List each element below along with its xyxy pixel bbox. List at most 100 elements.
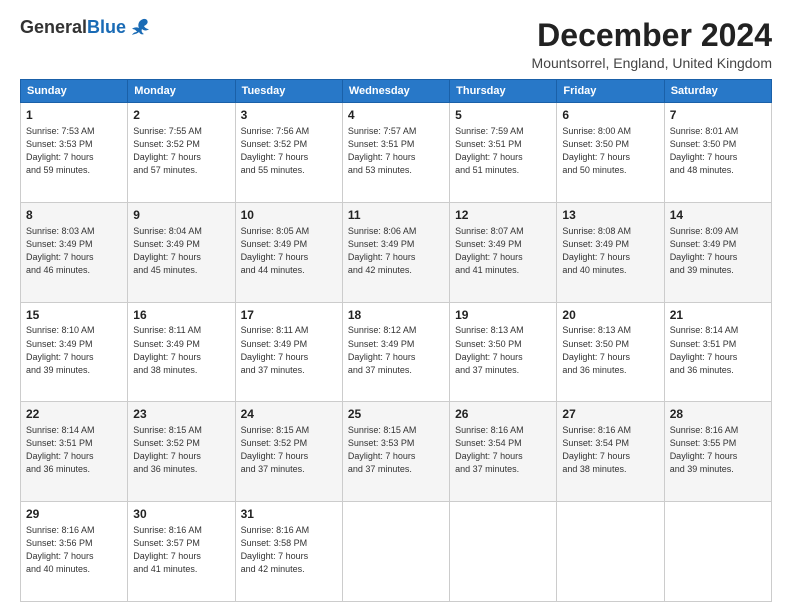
logo-general: General [20, 17, 87, 37]
calendar-cell: 21Sunrise: 8:14 AMSunset: 3:51 PMDayligh… [664, 302, 771, 402]
day-info: Sunrise: 8:05 AMSunset: 3:49 PMDaylight:… [241, 225, 337, 277]
calendar-cell: 6Sunrise: 8:00 AMSunset: 3:50 PMDaylight… [557, 103, 664, 203]
day-number: 3 [241, 107, 337, 124]
day-info: Sunrise: 8:16 AMSunset: 3:54 PMDaylight:… [562, 424, 658, 476]
day-number: 7 [670, 107, 766, 124]
day-info: Sunrise: 8:16 AMSunset: 3:58 PMDaylight:… [241, 524, 337, 576]
day-number: 10 [241, 207, 337, 224]
day-number: 29 [26, 506, 122, 523]
day-info: Sunrise: 8:03 AMSunset: 3:49 PMDaylight:… [26, 225, 122, 277]
day-number: 4 [348, 107, 444, 124]
day-number: 23 [133, 406, 229, 423]
day-number: 30 [133, 506, 229, 523]
calendar-cell: 28Sunrise: 8:16 AMSunset: 3:55 PMDayligh… [664, 402, 771, 502]
day-header-tuesday: Tuesday [235, 80, 342, 103]
calendar-cell: 31Sunrise: 8:16 AMSunset: 3:58 PMDayligh… [235, 502, 342, 602]
day-info: Sunrise: 8:16 AMSunset: 3:54 PMDaylight:… [455, 424, 551, 476]
calendar-cell: 25Sunrise: 8:15 AMSunset: 3:53 PMDayligh… [342, 402, 449, 502]
calendar-cell: 19Sunrise: 8:13 AMSunset: 3:50 PMDayligh… [450, 302, 557, 402]
day-info: Sunrise: 8:16 AMSunset: 3:56 PMDaylight:… [26, 524, 122, 576]
calendar-cell [450, 502, 557, 602]
day-info: Sunrise: 8:11 AMSunset: 3:49 PMDaylight:… [133, 324, 229, 376]
day-number: 21 [670, 307, 766, 324]
calendar-cell: 1Sunrise: 7:53 AMSunset: 3:53 PMDaylight… [21, 103, 128, 203]
day-number: 8 [26, 207, 122, 224]
calendar-cell: 29Sunrise: 8:16 AMSunset: 3:56 PMDayligh… [21, 502, 128, 602]
day-info: Sunrise: 8:16 AMSunset: 3:57 PMDaylight:… [133, 524, 229, 576]
bird-icon [129, 18, 151, 38]
day-info: Sunrise: 8:16 AMSunset: 3:55 PMDaylight:… [670, 424, 766, 476]
day-info: Sunrise: 8:15 AMSunset: 3:52 PMDaylight:… [241, 424, 337, 476]
day-info: Sunrise: 8:01 AMSunset: 3:50 PMDaylight:… [670, 125, 766, 177]
day-info: Sunrise: 7:57 AMSunset: 3:51 PMDaylight:… [348, 125, 444, 177]
calendar-cell: 5Sunrise: 7:59 AMSunset: 3:51 PMDaylight… [450, 103, 557, 203]
week-row-1: 1Sunrise: 7:53 AMSunset: 3:53 PMDaylight… [21, 103, 772, 203]
day-info: Sunrise: 8:12 AMSunset: 3:49 PMDaylight:… [348, 324, 444, 376]
day-number: 24 [241, 406, 337, 423]
calendar-cell: 4Sunrise: 7:57 AMSunset: 3:51 PMDaylight… [342, 103, 449, 203]
calendar-cell: 18Sunrise: 8:12 AMSunset: 3:49 PMDayligh… [342, 302, 449, 402]
day-number: 16 [133, 307, 229, 324]
day-info: Sunrise: 7:59 AMSunset: 3:51 PMDaylight:… [455, 125, 551, 177]
calendar-cell: 26Sunrise: 8:16 AMSunset: 3:54 PMDayligh… [450, 402, 557, 502]
day-info: Sunrise: 8:13 AMSunset: 3:50 PMDaylight:… [562, 324, 658, 376]
day-info: Sunrise: 8:13 AMSunset: 3:50 PMDaylight:… [455, 324, 551, 376]
week-row-3: 15Sunrise: 8:10 AMSunset: 3:49 PMDayligh… [21, 302, 772, 402]
calendar-cell: 27Sunrise: 8:16 AMSunset: 3:54 PMDayligh… [557, 402, 664, 502]
day-info: Sunrise: 7:56 AMSunset: 3:52 PMDaylight:… [241, 125, 337, 177]
calendar-cell: 10Sunrise: 8:05 AMSunset: 3:49 PMDayligh… [235, 202, 342, 302]
day-info: Sunrise: 7:55 AMSunset: 3:52 PMDaylight:… [133, 125, 229, 177]
day-header-friday: Friday [557, 80, 664, 103]
day-number: 22 [26, 406, 122, 423]
day-info: Sunrise: 8:10 AMSunset: 3:49 PMDaylight:… [26, 324, 122, 376]
calendar-cell [557, 502, 664, 602]
day-number: 6 [562, 107, 658, 124]
week-row-5: 29Sunrise: 8:16 AMSunset: 3:56 PMDayligh… [21, 502, 772, 602]
day-header-saturday: Saturday [664, 80, 771, 103]
day-info: Sunrise: 8:00 AMSunset: 3:50 PMDaylight:… [562, 125, 658, 177]
calendar-cell: 2Sunrise: 7:55 AMSunset: 3:52 PMDaylight… [128, 103, 235, 203]
day-header-sunday: Sunday [21, 80, 128, 103]
day-header-monday: Monday [128, 80, 235, 103]
calendar-cell: 14Sunrise: 8:09 AMSunset: 3:49 PMDayligh… [664, 202, 771, 302]
day-info: Sunrise: 7:53 AMSunset: 3:53 PMDaylight:… [26, 125, 122, 177]
calendar-cell: 16Sunrise: 8:11 AMSunset: 3:49 PMDayligh… [128, 302, 235, 402]
day-number: 17 [241, 307, 337, 324]
day-number: 12 [455, 207, 551, 224]
day-header-wednesday: Wednesday [342, 80, 449, 103]
day-number: 11 [348, 207, 444, 224]
calendar-cell [342, 502, 449, 602]
day-header-thursday: Thursday [450, 80, 557, 103]
day-number: 15 [26, 307, 122, 324]
main-title: December 2024 [532, 18, 772, 53]
title-block: December 2024 Mountsorrel, England, Unit… [532, 18, 772, 71]
day-number: 5 [455, 107, 551, 124]
day-number: 31 [241, 506, 337, 523]
day-info: Sunrise: 8:04 AMSunset: 3:49 PMDaylight:… [133, 225, 229, 277]
day-info: Sunrise: 8:09 AMSunset: 3:49 PMDaylight:… [670, 225, 766, 277]
day-number: 2 [133, 107, 229, 124]
header-row: SundayMondayTuesdayWednesdayThursdayFrid… [21, 80, 772, 103]
calendar-cell: 30Sunrise: 8:16 AMSunset: 3:57 PMDayligh… [128, 502, 235, 602]
logo: GeneralBlue [20, 18, 151, 38]
day-number: 25 [348, 406, 444, 423]
header: GeneralBlue December 2024 Mountsorrel, E… [20, 18, 772, 71]
calendar-cell: 17Sunrise: 8:11 AMSunset: 3:49 PMDayligh… [235, 302, 342, 402]
day-number: 20 [562, 307, 658, 324]
day-info: Sunrise: 8:08 AMSunset: 3:49 PMDaylight:… [562, 225, 658, 277]
day-info: Sunrise: 8:15 AMSunset: 3:53 PMDaylight:… [348, 424, 444, 476]
calendar-body: 1Sunrise: 7:53 AMSunset: 3:53 PMDaylight… [21, 103, 772, 602]
calendar-table: SundayMondayTuesdayWednesdayThursdayFrid… [20, 79, 772, 602]
day-number: 13 [562, 207, 658, 224]
day-number: 14 [670, 207, 766, 224]
calendar-cell: 23Sunrise: 8:15 AMSunset: 3:52 PMDayligh… [128, 402, 235, 502]
logo-blue: Blue [87, 17, 126, 37]
week-row-4: 22Sunrise: 8:14 AMSunset: 3:51 PMDayligh… [21, 402, 772, 502]
calendar-cell: 8Sunrise: 8:03 AMSunset: 3:49 PMDaylight… [21, 202, 128, 302]
day-number: 27 [562, 406, 658, 423]
week-row-2: 8Sunrise: 8:03 AMSunset: 3:49 PMDaylight… [21, 202, 772, 302]
calendar-cell: 12Sunrise: 8:07 AMSunset: 3:49 PMDayligh… [450, 202, 557, 302]
day-info: Sunrise: 8:11 AMSunset: 3:49 PMDaylight:… [241, 324, 337, 376]
day-info: Sunrise: 8:14 AMSunset: 3:51 PMDaylight:… [26, 424, 122, 476]
calendar-cell: 3Sunrise: 7:56 AMSunset: 3:52 PMDaylight… [235, 103, 342, 203]
